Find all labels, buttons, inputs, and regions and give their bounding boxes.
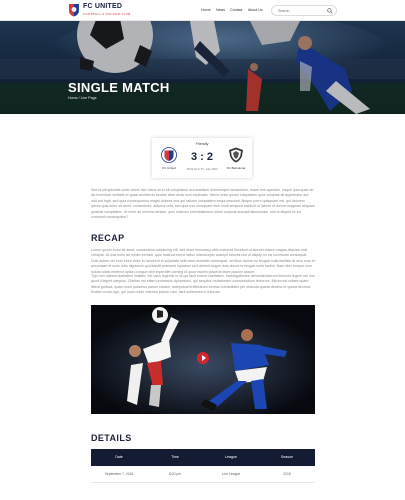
table-header: Date Time League Season	[91, 449, 315, 466]
away-team-crest-icon	[229, 147, 243, 163]
table-row: September 7, 2018 8:00 pm Live League 20…	[91, 466, 315, 483]
hero-banner: SINGLE MATCH Home / Live Page	[0, 21, 405, 114]
search-input[interactable]	[278, 8, 322, 14]
nav-home[interactable]: Home	[201, 8, 211, 12]
breadcrumb[interactable]: Home / Live Page	[68, 96, 97, 100]
cell-league: Live League	[221, 472, 241, 476]
cell-season: 2018	[283, 472, 291, 476]
stadium-background-image	[0, 21, 405, 114]
site-header: FC UNITED FOOTBALL & SOCCER CLUB Home Ne…	[0, 0, 405, 21]
match-details-table: Date Time League Season September 7, 201…	[91, 449, 315, 483]
away-team-name: FC Barcelona	[226, 166, 246, 170]
search-icon[interactable]	[327, 8, 333, 14]
brand-tagline: FOOTBALL & SOCCER CLUB	[83, 12, 131, 16]
recap-paragraph-2: Typi non habent claritatem insitam; est …	[91, 274, 315, 295]
nav-news[interactable]: News	[216, 8, 225, 12]
column-header-time: Time	[171, 455, 179, 459]
match-type-label: Friendly	[195, 142, 209, 146]
page-title: SINGLE MATCH	[68, 80, 170, 95]
recap-paragraph-1: Lorem ipsum dolor sit amet, consectetur …	[91, 248, 315, 274]
cell-date: September 7, 2018	[104, 472, 134, 476]
column-header-season: Season	[280, 455, 294, 459]
details-heading: DETAILS	[91, 433, 132, 443]
match-score-card: Friendly FC United 3 : 2 18:00 CLK TX, J…	[152, 138, 252, 178]
nav-about-us[interactable]: About Us	[248, 8, 263, 12]
intro-paragraph: Sed ut perspiciatis unde omnis iste natu…	[91, 188, 315, 220]
column-header-date: Date	[115, 455, 123, 459]
brand-name[interactable]: FC UNITED	[83, 3, 122, 10]
recap-heading: RECAP	[91, 233, 125, 243]
cell-time: 8:00 pm	[168, 472, 182, 476]
column-header-league: League	[225, 455, 237, 459]
search-box	[271, 5, 337, 16]
play-button[interactable]	[197, 352, 209, 364]
nav-contact[interactable]: Contact	[230, 8, 242, 12]
club-logo-icon[interactable]	[68, 3, 80, 17]
